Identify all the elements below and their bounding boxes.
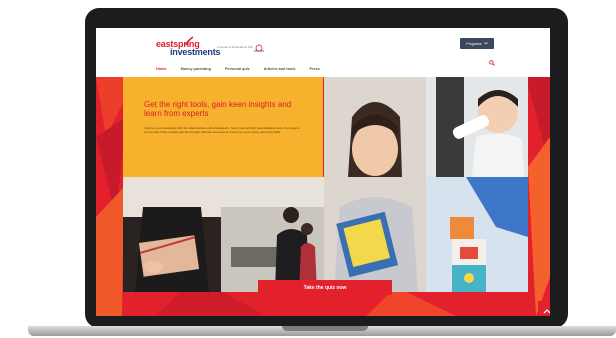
hero-text-panel: Get the right tools, gain keen insights …: [123, 77, 323, 177]
chevron-up-icon: [543, 301, 551, 317]
photo-girl-reading: [324, 77, 426, 292]
take-quiz-button[interactable]: Take the quiz now: [258, 280, 392, 295]
brand-logo-icon: [185, 36, 194, 46]
hero-title: Get the right tools, gain keen insights …: [144, 100, 292, 118]
main-nav: Home Money parenting Personal quiz Artic…: [156, 65, 334, 73]
brand-name-line2[interactable]: investments: [170, 47, 221, 57]
laptop-notch: [282, 326, 368, 331]
nav-item-press[interactable]: Press: [310, 67, 320, 71]
hero-description: Improve your knowledge with the latest a…: [144, 126, 300, 135]
photo-toy-blocks: [426, 177, 528, 292]
site-header: eastspring investments A member of Prude…: [96, 28, 550, 77]
nav-item-money-parenting[interactable]: Money parenting: [181, 67, 211, 71]
scroll-to-top-button[interactable]: [538, 301, 550, 316]
photo-baby-bottle: [426, 77, 528, 177]
nav-item-personal-quiz[interactable]: Personal quiz: [225, 67, 250, 71]
brand-tagline: A member of Prudential plc (UK): [217, 46, 253, 49]
laptop-screen: eastspring investments A member of Prude…: [96, 28, 550, 316]
programs-dropdown-button[interactable]: Programs: [460, 38, 494, 49]
nav-item-home[interactable]: Home: [156, 67, 167, 71]
programs-button-label: Programs: [466, 41, 482, 46]
nav-item-articles-and-tools[interactable]: Articles and tools: [264, 67, 296, 71]
chevron-down-icon: [483, 41, 488, 46]
prudential-logo-icon: [254, 44, 264, 52]
photo-father-child: [221, 177, 324, 292]
photo-gift-box: [123, 177, 221, 292]
search-icon[interactable]: [489, 60, 495, 66]
